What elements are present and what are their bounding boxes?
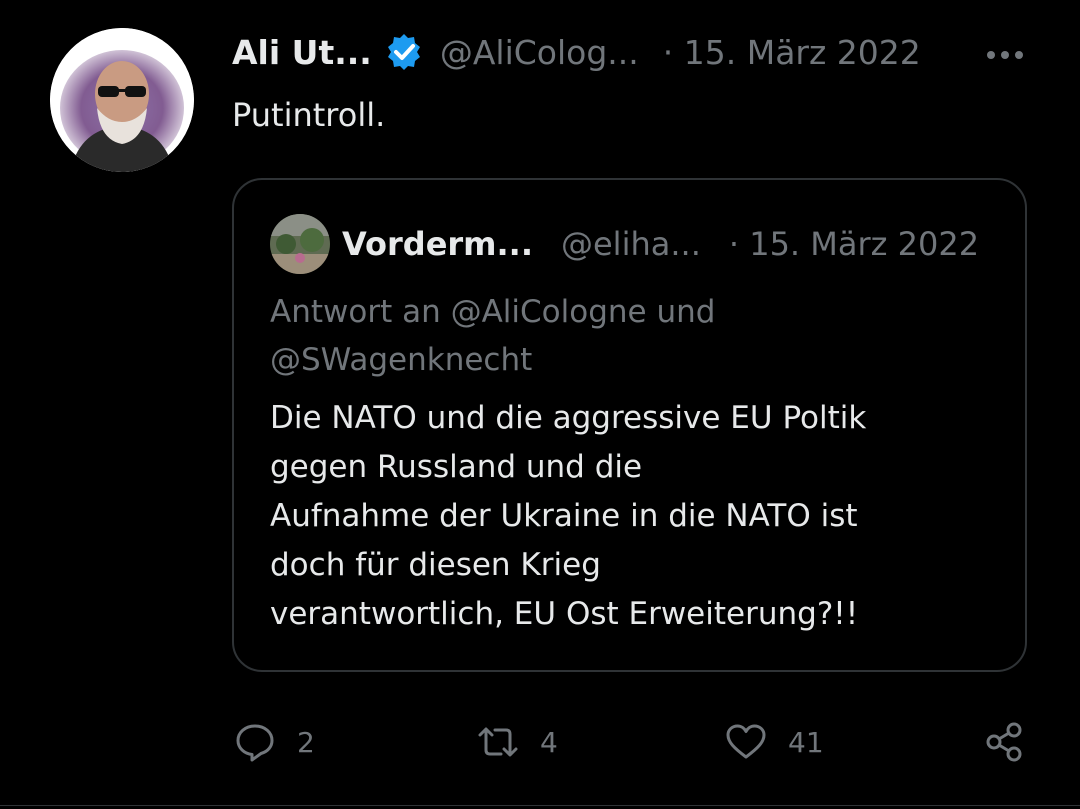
author-name[interactable]: Ali Ut... xyxy=(232,33,372,72)
share-icon xyxy=(986,722,1022,762)
heart-icon xyxy=(726,724,766,759)
quoted-text-line: doch für diesen Krieg xyxy=(270,547,601,583)
author-handle[interactable]: @AliColog... xyxy=(440,33,639,72)
retweet-count: 4 xyxy=(540,725,558,759)
quoted-tweet-date[interactable]: · 15. März 2022 xyxy=(729,225,979,263)
quoted-author-avatar xyxy=(270,214,330,274)
quoted-tweet-header: Vorderm... @eliha... · 15. März 2022 xyxy=(342,220,1022,268)
quoted-author-avatar-image xyxy=(270,214,330,274)
author-avatar-image xyxy=(50,28,194,172)
reply-context-line: Antwort an @AliCologne und xyxy=(270,294,716,330)
divider xyxy=(0,805,1080,806)
reply-context-line: @SWagenknecht xyxy=(270,342,533,378)
quoted-author-name[interactable]: Vorderm... xyxy=(342,225,533,263)
reply-icon xyxy=(236,724,274,762)
quoted-author-handle[interactable]: @eliha... xyxy=(561,225,701,263)
tweet-text: Putintroll. xyxy=(232,96,386,134)
author-avatar[interactable] xyxy=(50,28,194,172)
reply-context: Antwort an @AliCologne und @SWagenknecht xyxy=(270,288,990,384)
like-count: 41 xyxy=(788,725,824,759)
retweet-button[interactable]: 4 xyxy=(476,712,558,772)
like-button[interactable]: 41 xyxy=(724,712,824,772)
quoted-text-line: gegen Russland und die xyxy=(270,449,643,485)
tweet-header: Ali Ut... @AliColog... · 15. März 2022 xyxy=(232,28,1032,76)
quoted-text-line: Aufnahme der Ukraine in die NATO ist xyxy=(270,498,858,534)
tweet-date[interactable]: · 15. März 2022 xyxy=(663,33,921,72)
quoted-text-line: verantwortlich, EU Ost Erweiterung?!! xyxy=(270,596,859,632)
retweet-icon xyxy=(478,727,518,757)
quoted-text-line: Die NATO und die aggressive EU Poltik xyxy=(270,400,867,436)
quoted-tweet-text: Die NATO und die aggressive EU Poltik ge… xyxy=(270,394,1010,639)
share-button[interactable] xyxy=(983,712,1027,772)
reply-count: 2 xyxy=(297,725,315,759)
tweet-actions: 2 4 41 xyxy=(0,712,1080,772)
quoted-tweet-card[interactable]: Vorderm... @eliha... · 15. März 2022 Ant… xyxy=(232,178,1027,672)
more-horizontal-icon[interactable] xyxy=(985,45,1025,65)
verified-badge-icon[interactable] xyxy=(384,32,424,72)
reply-button[interactable]: 2 xyxy=(233,712,315,772)
